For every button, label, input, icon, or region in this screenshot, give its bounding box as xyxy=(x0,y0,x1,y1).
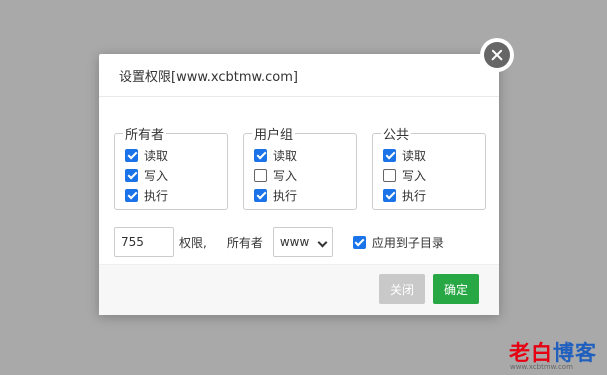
checkbox-checked-icon[interactable] xyxy=(125,188,138,202)
confirm-button[interactable]: 确定 xyxy=(433,274,479,304)
checkbox-label: 执行 xyxy=(144,188,169,203)
checkbox-label: 写入 xyxy=(273,168,298,183)
checkbox-label: 读取 xyxy=(144,148,169,163)
watermark-blue-text: 博客 xyxy=(553,340,597,365)
checkbox-label: 执行 xyxy=(273,188,298,203)
owner-label: 所有者 xyxy=(226,235,263,250)
checkbox-checked-icon[interactable] xyxy=(125,168,138,182)
permission-dialog: 设置权限[www.xcbtmw.com] 所有者 读取 写入 执行 用户组 读取 xyxy=(99,54,499,315)
checkbox-checked-icon[interactable] xyxy=(254,148,267,162)
chevron-down-icon xyxy=(317,237,328,248)
checkbox-unchecked-icon[interactable] xyxy=(383,168,396,182)
public-write-checkbox[interactable]: 写入 xyxy=(373,165,485,185)
apply-subdir-checkbox[interactable]: 应用到子目录 xyxy=(352,234,444,251)
permission-row: 755 权限, 所有者 www 应用到子目录 xyxy=(114,227,444,257)
dialog-title: 设置权限[www.xcbtmw.com] xyxy=(119,69,298,85)
group-public: 公共 读取 写入 执行 xyxy=(372,124,486,210)
group-usergroup: 用户组 读取 写入 执行 xyxy=(243,124,357,210)
confirm-button-label: 确定 xyxy=(443,282,468,297)
group-owner-title: 所有者 xyxy=(125,128,165,143)
permission-label: 权限, xyxy=(179,235,207,250)
dialog-header: 设置权限[www.xcbtmw.com] xyxy=(99,54,499,97)
usergroup-write-checkbox[interactable]: 写入 xyxy=(244,165,356,185)
public-read-checkbox[interactable]: 读取 xyxy=(373,145,485,165)
usergroup-read-checkbox[interactable]: 读取 xyxy=(244,145,356,165)
owner-read-checkbox[interactable]: 读取 xyxy=(115,145,227,165)
group-usergroup-title: 用户组 xyxy=(254,128,294,143)
owner-exec-checkbox[interactable]: 执行 xyxy=(115,185,227,205)
checkbox-checked-icon[interactable] xyxy=(383,148,396,162)
group-owner: 所有者 读取 写入 执行 xyxy=(114,124,228,210)
watermark-url: www.xcbtmw.com xyxy=(510,363,573,371)
public-exec-checkbox[interactable]: 执行 xyxy=(373,185,485,205)
checkbox-label: 读取 xyxy=(402,148,427,163)
permission-number-input[interactable]: 755 xyxy=(114,227,174,257)
dialog-footer: 关闭 确定 xyxy=(99,264,499,315)
usergroup-exec-checkbox[interactable]: 执行 xyxy=(244,185,356,205)
checkbox-label: 读取 xyxy=(273,148,298,163)
owner-write-checkbox[interactable]: 写入 xyxy=(115,165,227,185)
close-button-label: 关闭 xyxy=(389,282,414,297)
checkbox-label: 执行 xyxy=(402,188,427,203)
checkbox-checked-icon[interactable] xyxy=(125,148,138,162)
checkbox-checked-icon[interactable] xyxy=(352,235,366,249)
apply-subdir-label: 应用到子目录 xyxy=(371,235,444,250)
checkbox-unchecked-icon[interactable] xyxy=(254,168,267,182)
close-button[interactable]: 关闭 xyxy=(379,274,425,304)
watermark-red-text: 老白 xyxy=(509,340,553,365)
checkbox-label: 写入 xyxy=(402,168,427,183)
owner-select[interactable]: www xyxy=(272,227,333,257)
checkbox-checked-icon[interactable] xyxy=(254,188,267,202)
checkbox-label: 写入 xyxy=(144,168,169,183)
checkbox-checked-icon[interactable] xyxy=(383,188,396,202)
permission-number-value: 755 xyxy=(121,235,144,249)
owner-select-value: www xyxy=(279,235,310,249)
dialog-close-icon-button[interactable] xyxy=(482,40,512,70)
close-icon[interactable] xyxy=(484,42,510,68)
group-public-title: 公共 xyxy=(383,128,410,143)
